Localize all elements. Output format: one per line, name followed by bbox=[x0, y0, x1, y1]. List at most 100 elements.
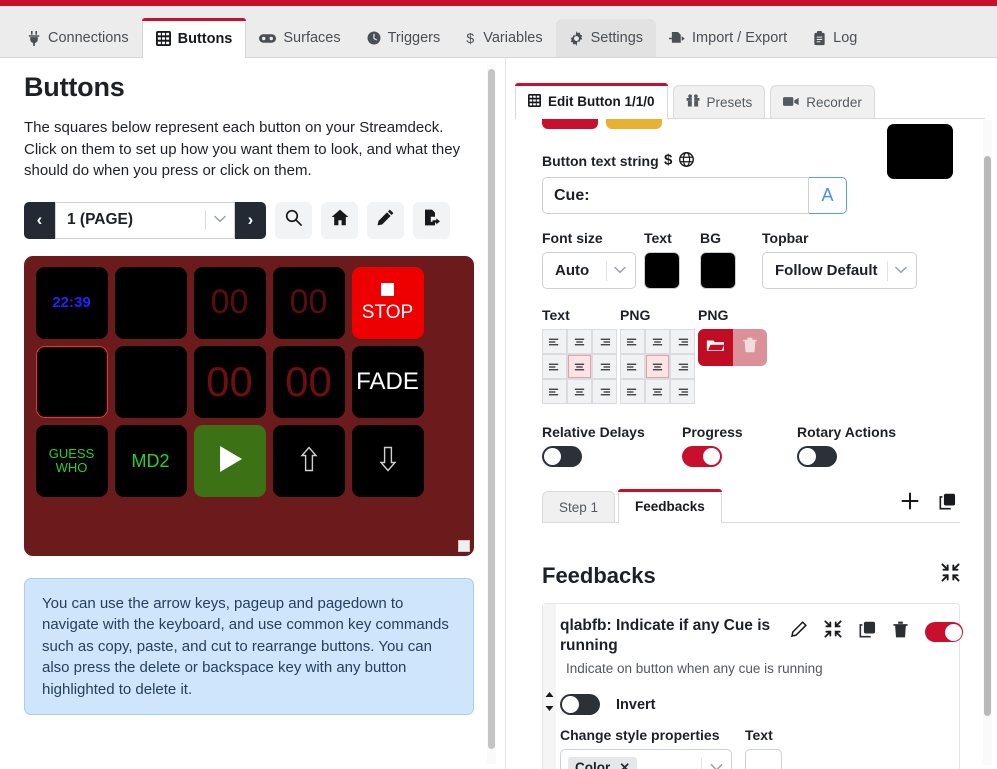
feedback-enabled-toggle[interactable] bbox=[925, 621, 963, 642]
trash-icon[interactable] bbox=[893, 621, 908, 643]
copy-icon[interactable] bbox=[939, 493, 956, 515]
feedback-text-color-swatch[interactable] bbox=[745, 749, 782, 769]
export-button[interactable] bbox=[413, 201, 450, 239]
deck-button-label: 00 bbox=[210, 283, 249, 322]
feedback-text-label: Text bbox=[745, 727, 773, 743]
deck-button-grid: 22:39 00 00 STOP 00 00 FADE GUESS WHO MD… bbox=[32, 264, 427, 501]
globe-icon[interactable] bbox=[678, 151, 694, 170]
deck-button-label: MD2 bbox=[131, 450, 170, 471]
next-page-button[interactable]: › bbox=[235, 201, 266, 239]
topbar-select[interactable]: Follow Default bbox=[762, 252, 917, 289]
tab-surfaces[interactable]: Surfaces bbox=[246, 19, 353, 57]
tab-variables[interactable]: $ Variables bbox=[453, 19, 555, 57]
png-align-label: PNG bbox=[620, 307, 651, 323]
deck-resize-handle[interactable] bbox=[458, 539, 470, 552]
expression-toggle-button[interactable]: A bbox=[809, 177, 847, 214]
align-text-top-right[interactable] bbox=[593, 330, 616, 353]
deck-button-0-3[interactable]: 00 bbox=[272, 267, 345, 339]
tab-label: Presets bbox=[706, 94, 753, 110]
align-text-middle-center[interactable] bbox=[568, 355, 591, 378]
align-png-bottom-center[interactable] bbox=[646, 380, 669, 403]
align-text-bottom-left[interactable] bbox=[543, 380, 566, 403]
png-alignment-grid bbox=[620, 329, 695, 404]
page-select[interactable]: 1 (PAGE) bbox=[55, 201, 235, 239]
change-style-properties-label: Change style properties bbox=[560, 727, 720, 743]
copy-icon[interactable] bbox=[859, 621, 876, 643]
deck-button-1-1[interactable] bbox=[114, 346, 187, 418]
import-export-icon bbox=[669, 31, 685, 46]
png-delete-button[interactable] bbox=[732, 329, 767, 366]
align-text-bottom-center[interactable] bbox=[568, 380, 591, 403]
deck-button-1-3[interactable]: 00 bbox=[272, 346, 345, 418]
collapse-icon[interactable] bbox=[824, 620, 842, 643]
left-scrollbar-thumb[interactable] bbox=[488, 69, 495, 749]
style-properties-select[interactable]: Color ✕ bbox=[560, 749, 732, 769]
topbar-label: Topbar bbox=[762, 230, 809, 246]
align-png-bottom-right[interactable] bbox=[671, 380, 694, 403]
remove-token-icon[interactable]: ✕ bbox=[619, 760, 630, 769]
align-png-top-right[interactable] bbox=[671, 330, 694, 353]
pencil-icon[interactable] bbox=[790, 620, 807, 643]
video-icon bbox=[783, 95, 799, 110]
deck-button-0-0[interactable]: 22:39 bbox=[35, 267, 108, 339]
tab-presets[interactable]: Presets bbox=[672, 85, 766, 118]
search-button[interactable] bbox=[275, 201, 312, 239]
deck-button-0-4[interactable]: STOP bbox=[351, 267, 424, 339]
left-panel-scrollbar[interactable] bbox=[487, 64, 496, 764]
bg-color-swatch[interactable] bbox=[700, 252, 736, 289]
tab-buttons[interactable]: Buttons bbox=[141, 18, 247, 58]
align-text-bottom-right[interactable] bbox=[593, 380, 616, 403]
previous-page-button[interactable]: ‹ bbox=[24, 201, 55, 239]
right-panel-scrollbar[interactable] bbox=[983, 120, 992, 765]
align-text-middle-right[interactable] bbox=[593, 355, 616, 378]
deck-button-0-1[interactable] bbox=[114, 267, 187, 339]
align-text-top-left[interactable] bbox=[543, 330, 566, 353]
align-text-middle-left[interactable] bbox=[543, 355, 566, 378]
align-png-top-left[interactable] bbox=[621, 330, 644, 353]
dollar-icon[interactable]: $ bbox=[664, 151, 674, 170]
tab-import-export[interactable]: Import / Export bbox=[656, 19, 800, 57]
tab-connections[interactable]: Connections bbox=[14, 19, 142, 57]
align-png-middle-center[interactable] bbox=[646, 355, 669, 378]
collapse-icon[interactable] bbox=[941, 545, 960, 587]
tab-edit-button[interactable]: Edit Button 1/1/0 bbox=[515, 83, 668, 119]
feedback-invert-toggle[interactable] bbox=[560, 694, 600, 715]
align-png-bottom-left[interactable] bbox=[621, 380, 644, 403]
deck-button-1-0[interactable] bbox=[35, 346, 108, 418]
tab-settings[interactable]: Settings bbox=[555, 19, 657, 57]
tab-feedbacks[interactable]: Feedbacks bbox=[618, 489, 722, 523]
tab-step-1[interactable]: Step 1 bbox=[542, 491, 616, 522]
deck-button-0-2[interactable]: 00 bbox=[193, 267, 266, 339]
font-size-select[interactable]: Auto bbox=[542, 252, 636, 289]
deck-button-2-1[interactable]: MD2 bbox=[114, 425, 187, 497]
text-color-swatch[interactable] bbox=[644, 252, 680, 289]
edit-button[interactable] bbox=[367, 201, 404, 239]
plus-icon[interactable] bbox=[901, 492, 919, 515]
relative-delays-toggle[interactable] bbox=[542, 446, 582, 467]
align-text-top-center[interactable] bbox=[568, 330, 591, 353]
deck-button-1-4[interactable]: FADE bbox=[351, 346, 424, 418]
align-png-middle-left[interactable] bbox=[621, 355, 644, 378]
deck-button-1-2[interactable]: 00 bbox=[193, 346, 266, 418]
align-png-top-center[interactable] bbox=[646, 330, 669, 353]
deck-button-2-3[interactable] bbox=[272, 425, 345, 497]
tab-log[interactable]: Log bbox=[800, 19, 870, 57]
button-text-input[interactable] bbox=[542, 177, 809, 214]
deck-button-2-4[interactable] bbox=[351, 425, 424, 497]
progress-toggle[interactable] bbox=[682, 446, 722, 467]
home-button[interactable] bbox=[321, 201, 358, 239]
tab-label: Surfaces bbox=[283, 30, 341, 46]
deck-button-2-0[interactable]: GUESS WHO bbox=[35, 425, 108, 497]
tab-triggers[interactable]: Triggers bbox=[354, 19, 454, 57]
tab-recorder[interactable]: Recorder bbox=[770, 85, 875, 118]
deck-button-2-2[interactable] bbox=[193, 425, 266, 497]
png-browse-button[interactable] bbox=[698, 329, 733, 366]
feedback-drag-handle[interactable] bbox=[543, 604, 556, 769]
page-navigation: ‹ 1 (PAGE) › bbox=[24, 201, 498, 239]
rotary-actions-toggle[interactable] bbox=[797, 446, 837, 467]
yellow-chip[interactable] bbox=[606, 119, 662, 129]
right-scrollbar-thumb[interactable] bbox=[984, 156, 991, 716]
align-png-middle-right[interactable] bbox=[671, 355, 694, 378]
red-chip[interactable] bbox=[542, 119, 598, 129]
progress-label: Progress bbox=[682, 424, 743, 440]
